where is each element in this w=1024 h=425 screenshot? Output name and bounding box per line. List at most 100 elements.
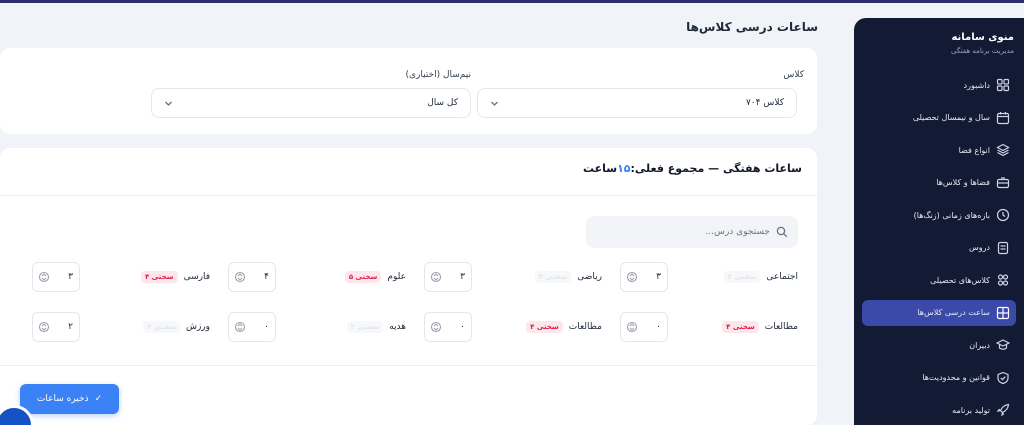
spin-arrows-icon[interactable] [235, 270, 245, 284]
hours-value: ۳ [656, 272, 661, 282]
course-search[interactable] [586, 216, 798, 248]
sidebar-item-label: قوانین و محدودیت‌ها [922, 373, 990, 382]
sidebar-nav: داشبورد سال و نیمسال تحصیلی انواع فضا فض… [862, 72, 1016, 425]
sidebar-item-label: تولید برنامه [952, 405, 990, 415]
subject-item: هدیه سختی ۲ ۰ [228, 310, 406, 344]
save-hours-button[interactable]: ✓ ذخیره ساعات [20, 384, 119, 414]
search-icon [776, 226, 788, 238]
weekly-hours-title-prefix: ساعات هفتگی — مجموع فعلی: [630, 162, 802, 175]
calendar-icon [996, 111, 1010, 125]
subject-name: اجتماعی [766, 272, 798, 282]
course-search-input[interactable] [600, 227, 770, 237]
semester-select[interactable]: کل سال [151, 88, 471, 118]
layers-icon [996, 143, 1010, 157]
book-icon [996, 241, 1010, 255]
grid-icon [996, 306, 1010, 320]
spin-arrows-icon[interactable] [431, 270, 441, 284]
hours-stepper[interactable]: ۰ [620, 312, 668, 342]
sidebar-item-label: بازه‌های زمانی (زنگ‌ها) [913, 210, 990, 220]
card-divider [0, 195, 817, 196]
classroom-icon [996, 176, 1010, 190]
subject-name: فارسی [183, 272, 210, 282]
sidebar-item-class-hours[interactable]: ساعت درسی کلاس‌ها [862, 299, 1016, 326]
sidebar-item-label: دروس [968, 243, 990, 252]
sidebar-item-label: کلاس‌های تحصیلی [930, 275, 990, 285]
top-accent-bar [0, 0, 1024, 3]
brand-subtitle: مدیریت برنامه هفتگی [951, 47, 1014, 55]
check-icon: ✓ [94, 394, 103, 404]
sidebar-item-spaces-classes[interactable]: فضاها و کلاس‌ها [862, 170, 1016, 196]
sidebar-item-dashboard[interactable]: داشبورد [862, 72, 1016, 98]
subject-item: مطالعات سختی ۴ ۰ [424, 310, 602, 344]
subject-item: مطالعات سختی ۴ ۰ [620, 310, 798, 344]
chevron-down-icon [164, 99, 173, 108]
graduation-icon [996, 338, 1010, 352]
sidebar-item-courses[interactable]: دروس [862, 235, 1016, 261]
spin-arrows-icon[interactable] [431, 320, 441, 334]
sidebar-item-academic-year[interactable]: سال و نیمسال تحصیلی [862, 105, 1016, 131]
sidebar-brand: منوی سامانه مدیریت برنامه هفتگی [864, 32, 1014, 55]
subject-name: مطالعات [764, 322, 798, 332]
dashboard-icon [996, 78, 1010, 92]
weekly-hours-unit: ساعت [582, 162, 618, 175]
page-title: ساعات درسی کلاس‌ها [686, 20, 818, 34]
difficulty-badge: سختی ۴ [526, 321, 563, 333]
filter-card: کلاس کلاس ۷۰۴ نیم‌سال (اختیاری) کل سال [0, 48, 817, 134]
sidebar-item-label: دبیران [969, 340, 990, 350]
card-divider [0, 365, 817, 366]
brand-title: منوی سامانه [951, 32, 1014, 43]
hours-stepper[interactable]: ۰ [424, 312, 472, 342]
hours-value: ۰ [264, 322, 269, 332]
sidebar-item-academic-classes[interactable]: کلاس‌های تحصیلی [862, 267, 1016, 293]
sidebar-item-label: فضاها و کلاس‌ها [936, 178, 990, 187]
shield-icon [996, 371, 1010, 385]
hours-value: ۳ [460, 272, 465, 282]
spin-arrows-icon[interactable] [39, 270, 49, 284]
spin-arrows-icon[interactable] [235, 320, 245, 334]
chevron-down-icon [490, 99, 499, 108]
subject-name: مطالعات [568, 322, 602, 332]
difficulty-badge: سختی ۴ [722, 321, 759, 333]
weekly-hours-total: ۱۵ [617, 162, 631, 175]
users-icon [996, 273, 1010, 287]
subject-name: علوم [387, 272, 406, 282]
weekly-hours-card: ساعات هفتگی — مجموع فعلی:۱۵ساعت اجتماعی … [0, 148, 817, 425]
difficulty-badge: سختی ۴ [140, 271, 178, 283]
sidebar-item-label: انواع فضا [958, 145, 990, 155]
save-hours-label: ذخیره ساعات [36, 394, 89, 404]
sidebar-item-time-slots[interactable]: بازه‌های زمانی (زنگ‌ها) [862, 202, 1016, 228]
hours-value: ۳ [68, 272, 73, 282]
spin-arrows-icon[interactable] [627, 320, 637, 334]
sidebar-item-space-types[interactable]: انواع فضا [862, 137, 1016, 163]
hours-stepper[interactable]: ۲ [32, 312, 80, 342]
hours-stepper[interactable]: ۳ [32, 262, 80, 292]
spin-arrows-icon[interactable] [627, 270, 637, 284]
sidebar-item-label: داشبورد [963, 80, 990, 90]
weekly-hours-title: ساعات هفتگی — مجموع فعلی:۱۵ساعت [583, 162, 802, 175]
difficulty-badge: سختی ۲ [143, 321, 180, 333]
subject-name: ورزش [185, 322, 210, 332]
difficulty-badge: سختی ۳ [723, 271, 761, 283]
subject-name: هدیه [389, 322, 406, 332]
subject-item: فارسی سختی ۴ ۳ [32, 260, 210, 294]
clock-icon [996, 208, 1010, 222]
difficulty-badge: سختی ۳ [534, 271, 572, 283]
subject-name: ریاضی [577, 272, 602, 282]
sidebar-item-label: ساعت درسی کلاس‌ها [917, 308, 990, 317]
semester-label: نیم‌سال (اختیاری) [405, 70, 471, 80]
class-select[interactable]: کلاس ۷۰۴ [477, 88, 797, 118]
hours-stepper[interactable]: ۰ [228, 312, 276, 342]
hours-value: ۰ [656, 322, 661, 332]
spin-arrows-icon[interactable] [39, 320, 49, 334]
class-select-value: کلاس ۷۰۴ [745, 98, 784, 108]
hours-value: ۲ [68, 322, 73, 332]
sidebar-item-teachers[interactable]: دبیران [862, 332, 1016, 358]
hours-stepper[interactable]: ۳ [424, 262, 472, 292]
sidebar-item-generate[interactable]: تولید برنامه [862, 397, 1016, 423]
semester-select-value: کل سال [427, 98, 458, 108]
hours-stepper[interactable]: ۴ [228, 262, 276, 292]
hours-stepper[interactable]: ۳ [620, 262, 668, 292]
rocket-icon [996, 403, 1010, 417]
sidebar-item-rules[interactable]: قوانین و محدودیت‌ها [862, 365, 1016, 391]
difficulty-badge: سختی ۲ [346, 321, 384, 333]
